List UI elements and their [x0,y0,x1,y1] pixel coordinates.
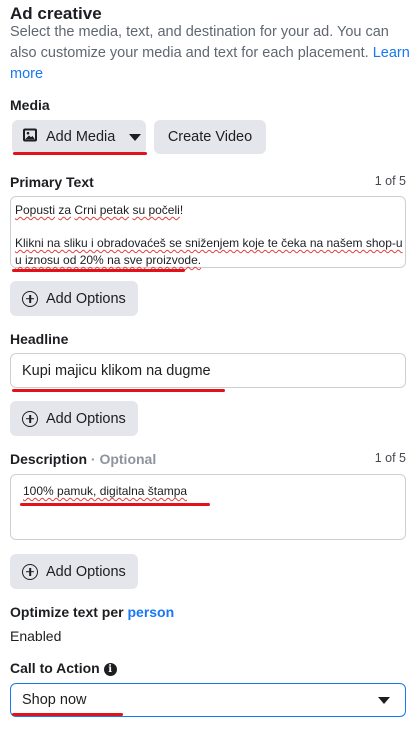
optional-tag: · Optional [87,451,157,467]
info-icon[interactable]: i [103,662,117,676]
annotation-underline [12,389,225,392]
add-options-button[interactable]: Add Options [10,401,138,436]
cta-label: Call to Action i [10,660,117,676]
annotation-underline [12,713,123,716]
annotation-underline [13,152,147,155]
optimize-status: Enabled [10,628,62,644]
description-input[interactable]: 100% pamuk, digitalna štampa [10,474,406,540]
description-label: Description · Optional [10,451,157,467]
plus-circle-icon [22,410,38,427]
cta-value: Shop now [22,692,87,708]
create-video-label: Create Video [167,129,253,145]
primary-text-line-3: u iznosu od 20% na sve proizvode. [15,252,202,267]
media-label: Media [10,97,50,113]
annotation-underline [20,503,210,506]
primary-text-line-2: Klikni na sliku i obradovaćeš se sniženj… [15,236,403,251]
primary-text-input[interactable]: Popusti za Crni petak su počeli! Klikni … [10,196,406,268]
chevron-down-icon [378,696,390,704]
plus-circle-icon [22,563,38,580]
chevron-down-icon [129,133,142,141]
add-options-label: Add Options [46,290,126,307]
add-media-label: Add Media [46,129,116,145]
add-options-button[interactable]: Add Options [10,554,138,589]
headline-label: Headline [10,331,69,347]
optimize-label: Optimize text per person [10,604,175,620]
add-options-label: Add Options [46,410,126,427]
optimize-person-link[interactable]: person [127,604,174,620]
add-options-label: Add Options [46,563,126,580]
primary-text-line-1: Popusti za Crni petak su počeli! [15,203,184,217]
description-counter: 1 of 5 [374,451,406,465]
add-options-button[interactable]: Add Options [10,281,138,316]
add-media-button[interactable]: Add Media [12,120,146,154]
annotation-underline [12,269,185,272]
description-text: Select the media, text, and destination … [10,24,389,61]
section-description: Select the media, text, and destination … [10,22,410,85]
plus-circle-icon [22,290,38,307]
headline-input[interactable]: Kupi majicu klikom na dugme [10,353,406,388]
primary-text-label: Primary Text [10,174,94,190]
cta-select[interactable]: Shop now [10,683,406,717]
primary-text-counter: 1 of 5 [374,174,406,188]
description-value: 100% pamuk, digitalna štampa [23,484,188,498]
image-icon [22,127,38,147]
headline-value: Kupi majicu klikom na dugme [22,362,211,379]
create-video-button[interactable]: Create Video [154,120,266,154]
section-title: Ad creative [10,4,102,23]
